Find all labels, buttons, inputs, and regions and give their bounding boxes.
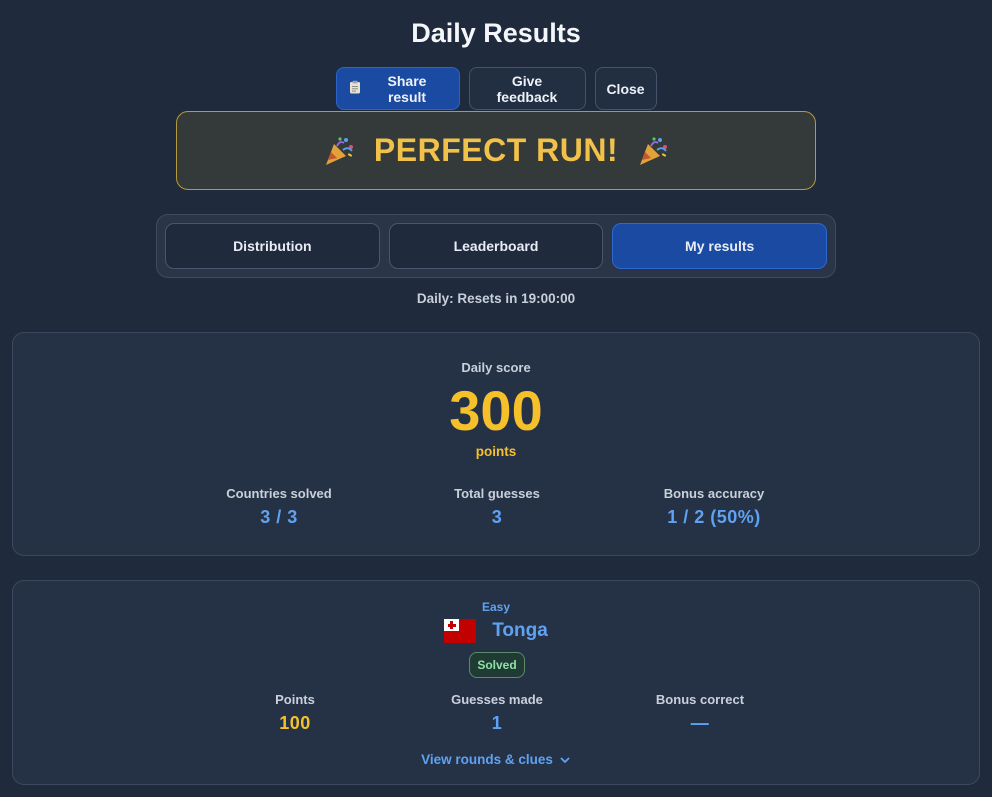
action-bar: Share result Give feedback Close — [0, 67, 992, 110]
party-popper-icon — [636, 134, 670, 168]
status-badge: Solved — [469, 652, 525, 678]
tab-my-results[interactable]: My results — [612, 223, 828, 269]
stat-label: Guesses made — [451, 692, 543, 707]
daily-score-label: Daily score — [461, 360, 531, 375]
stat-points: Points 100 — [195, 692, 395, 734]
clipboard-icon — [349, 80, 361, 97]
stat-label: Bonus correct — [655, 692, 745, 707]
tonga-flag-icon — [444, 619, 477, 643]
view-rounds-link[interactable]: View rounds & clues — [13, 752, 979, 767]
stat-countries-solved: Countries solved 3 / 3 — [179, 486, 379, 528]
daily-score-unit: points — [475, 444, 517, 459]
stat-total-guesses: Total guesses 3 — [397, 486, 597, 528]
country-name: Tonga — [492, 620, 548, 641]
page-title: Daily Results — [411, 18, 581, 48]
daily-score-value: 300 — [449, 379, 543, 442]
stat-value: 100 — [279, 713, 311, 733]
country-result-card: Easy Tonga Solved Points 100 Guesses mad… — [12, 580, 980, 785]
give-feedback-button[interactable]: Give feedback — [468, 67, 586, 110]
stat-guesses-made: Guesses made 1 — [397, 692, 597, 734]
stat-value: — — [690, 713, 710, 733]
stat-label: Points — [275, 692, 315, 707]
tab-leaderboard[interactable]: Leaderboard — [388, 223, 604, 269]
reset-timer-text: Daily: Resets in 19:00:00 — [416, 291, 576, 306]
stat-label: Countries solved — [226, 486, 332, 501]
difficulty-label: Easy — [481, 600, 511, 614]
results-tabs: Distribution Leaderboard My results — [156, 214, 836, 278]
stat-label: Bonus accuracy — [663, 486, 765, 501]
daily-results-page: Daily Results Share result Give feedback… — [0, 0, 992, 797]
banner-text: PERFECT RUN! — [373, 132, 619, 168]
stat-value: 1 — [491, 713, 503, 733]
country-heading: Tonga — [13, 619, 979, 643]
party-popper-icon — [322, 134, 356, 168]
share-result-button[interactable]: Share result — [335, 67, 460, 110]
stat-value: 1 / 2 (50%) — [667, 507, 761, 527]
close-button[interactable]: Close — [594, 67, 657, 110]
tab-distribution[interactable]: Distribution — [165, 223, 380, 269]
share-result-label: Share result — [387, 72, 427, 105]
view-rounds-label: View rounds & clues — [421, 752, 553, 767]
stat-value: 3 / 3 — [260, 507, 298, 527]
stat-bonus-correct: Bonus correct — — [600, 692, 800, 734]
stat-value: 3 — [491, 507, 503, 527]
chevron-down-icon — [559, 754, 571, 766]
daily-score-card: Daily score 300 points Countries solved … — [12, 332, 980, 556]
stat-bonus-accuracy: Bonus accuracy 1 / 2 (50%) — [614, 486, 814, 528]
stat-label: Total guesses — [454, 486, 540, 501]
perfect-run-banner: PERFECT RUN! — [176, 111, 816, 190]
